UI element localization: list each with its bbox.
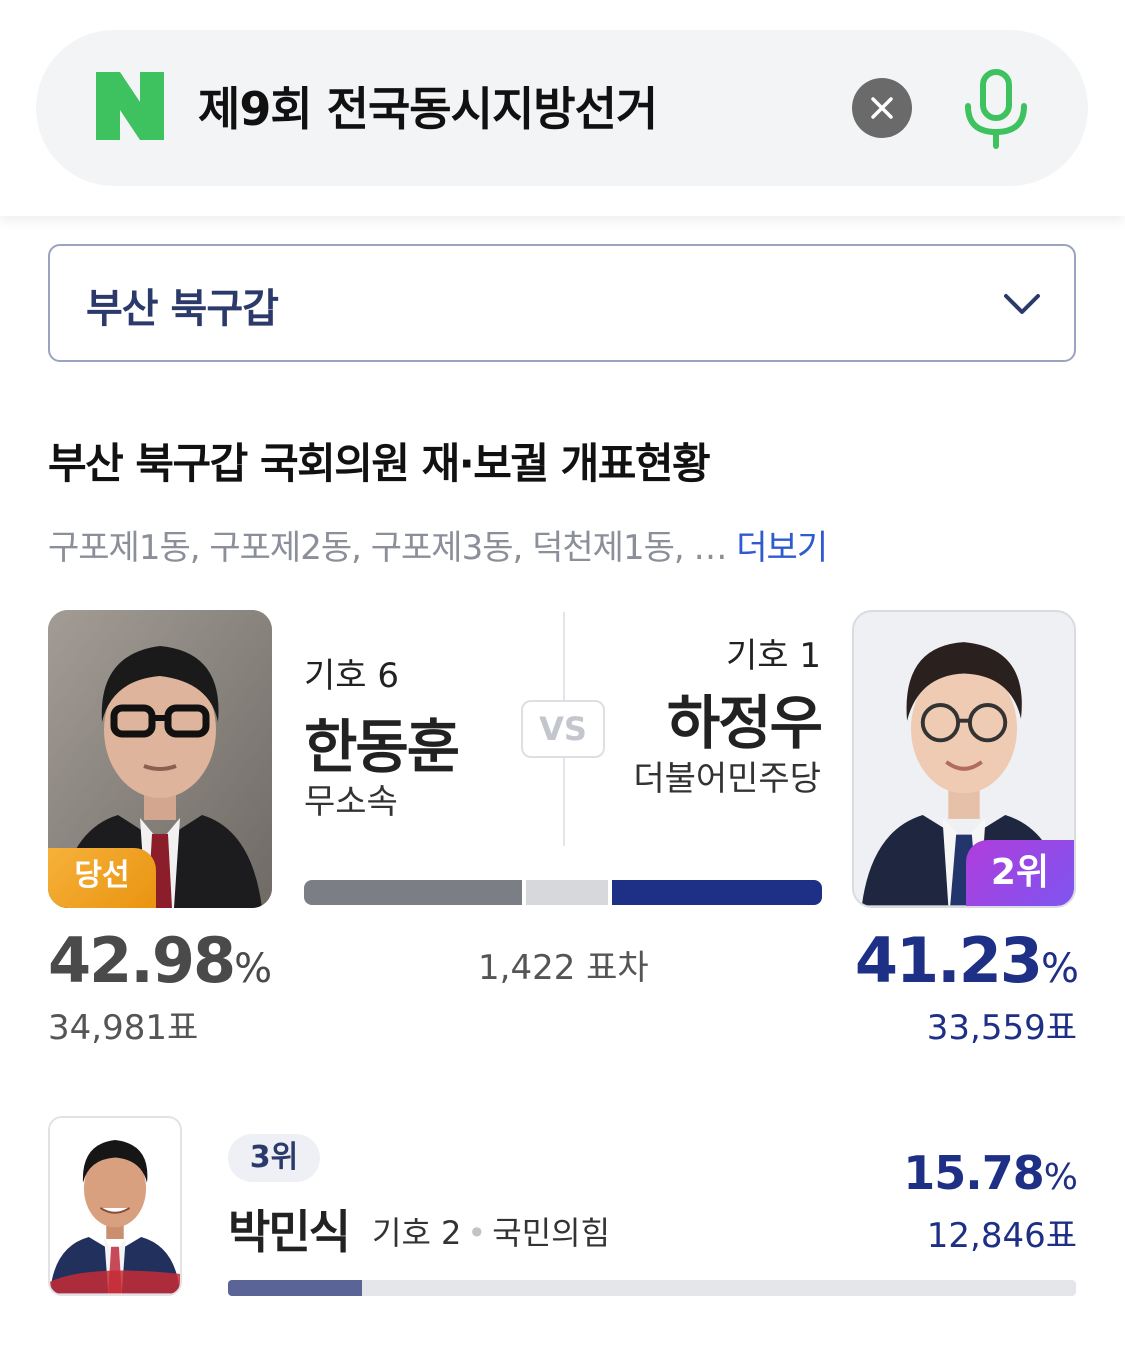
- section-title: 부산 북구갑 국회의원 재·보궐 개표현황: [48, 439, 711, 488]
- mic-icon[interactable]: [956, 66, 1036, 152]
- percent-value: 15.78: [903, 1146, 1045, 1200]
- vote-bar-margin: [526, 880, 608, 905]
- more-link[interactable]: 더보기: [736, 528, 828, 568]
- vote-margin: 1,422 표차: [478, 948, 649, 988]
- candidate-left-number: 기호 6: [304, 656, 399, 696]
- candidate-right-number: 기호 1: [726, 636, 821, 676]
- candidate-third-name[interactable]: 박민식: [228, 1196, 351, 1262]
- percent-value: 42.98: [48, 924, 236, 997]
- portrait-image: [50, 1118, 180, 1294]
- vote-bar-left: [304, 880, 522, 905]
- candidate-third-number: 기호 2: [372, 1214, 462, 1252]
- candidate-right-percent: 41.23%: [854, 924, 1079, 997]
- vote-bar-third-track: [228, 1280, 1076, 1296]
- candidate-right-party: 더불어민주당: [633, 759, 821, 799]
- candidate-photo-left[interactable]: 당선: [48, 610, 272, 908]
- candidate-photo-right[interactable]: 2위: [852, 610, 1076, 908]
- percent-unit: %: [1043, 1157, 1078, 1198]
- vote-bar-third-fill: [228, 1280, 362, 1296]
- rank-badge: 2위: [966, 840, 1074, 906]
- candidate-photo-third[interactable]: [48, 1116, 182, 1296]
- naver-logo-icon: [96, 72, 164, 140]
- clear-search-button[interactable]: [852, 78, 912, 138]
- search-input[interactable]: 제9회 전국동시지방선거 국회의원 재·보궐: [198, 74, 658, 144]
- candidate-right-name[interactable]: 하정우: [667, 676, 823, 760]
- chevron-down-icon: [1004, 294, 1040, 314]
- candidate-right-votes: 33,559표: [926, 1008, 1077, 1048]
- candidate-third-party: 국민의힘: [492, 1214, 611, 1252]
- percent-unit: %: [1040, 946, 1079, 992]
- candidate-left-name[interactable]: 한동훈: [304, 700, 460, 784]
- candidate-third-percent: 15.78%: [903, 1146, 1078, 1200]
- candidate-left-party: 무소속: [304, 782, 398, 822]
- search-header: 제9회 전국동시지방선거 국회의원 재·보궐: [0, 0, 1125, 216]
- dong-list: 구포제1동, 구포제2동, 구포제3동, 덕천제1동, … 더보기: [48, 520, 828, 569]
- candidate-left-percent: 42.98%: [48, 924, 272, 997]
- candidate-left-votes: 34,981표: [48, 1008, 199, 1048]
- vote-bar-right: [612, 880, 822, 905]
- percent-value: 41.23: [854, 924, 1043, 997]
- candidate-third-votes: 12,846표: [926, 1216, 1077, 1256]
- candidate-third-meta: 기호 2 • 국민의힘: [372, 1208, 610, 1254]
- rank-badge-third: 3위: [228, 1134, 320, 1182]
- vs-badge: VS: [521, 700, 605, 758]
- winner-badge: 당선: [48, 848, 156, 908]
- region-dropdown[interactable]: 부산 북구갑: [48, 244, 1076, 362]
- region-dropdown-value: 부산 북구갑: [86, 286, 279, 332]
- close-icon: [871, 97, 893, 119]
- dong-list-text: 구포제1동, 구포제2동, 구포제3동, 덕천제1동, …: [48, 528, 727, 568]
- separator-dot: •: [467, 1214, 487, 1252]
- percent-unit: %: [234, 946, 272, 992]
- search-bar[interactable]: 제9회 전국동시지방선거 국회의원 재·보궐: [36, 30, 1088, 186]
